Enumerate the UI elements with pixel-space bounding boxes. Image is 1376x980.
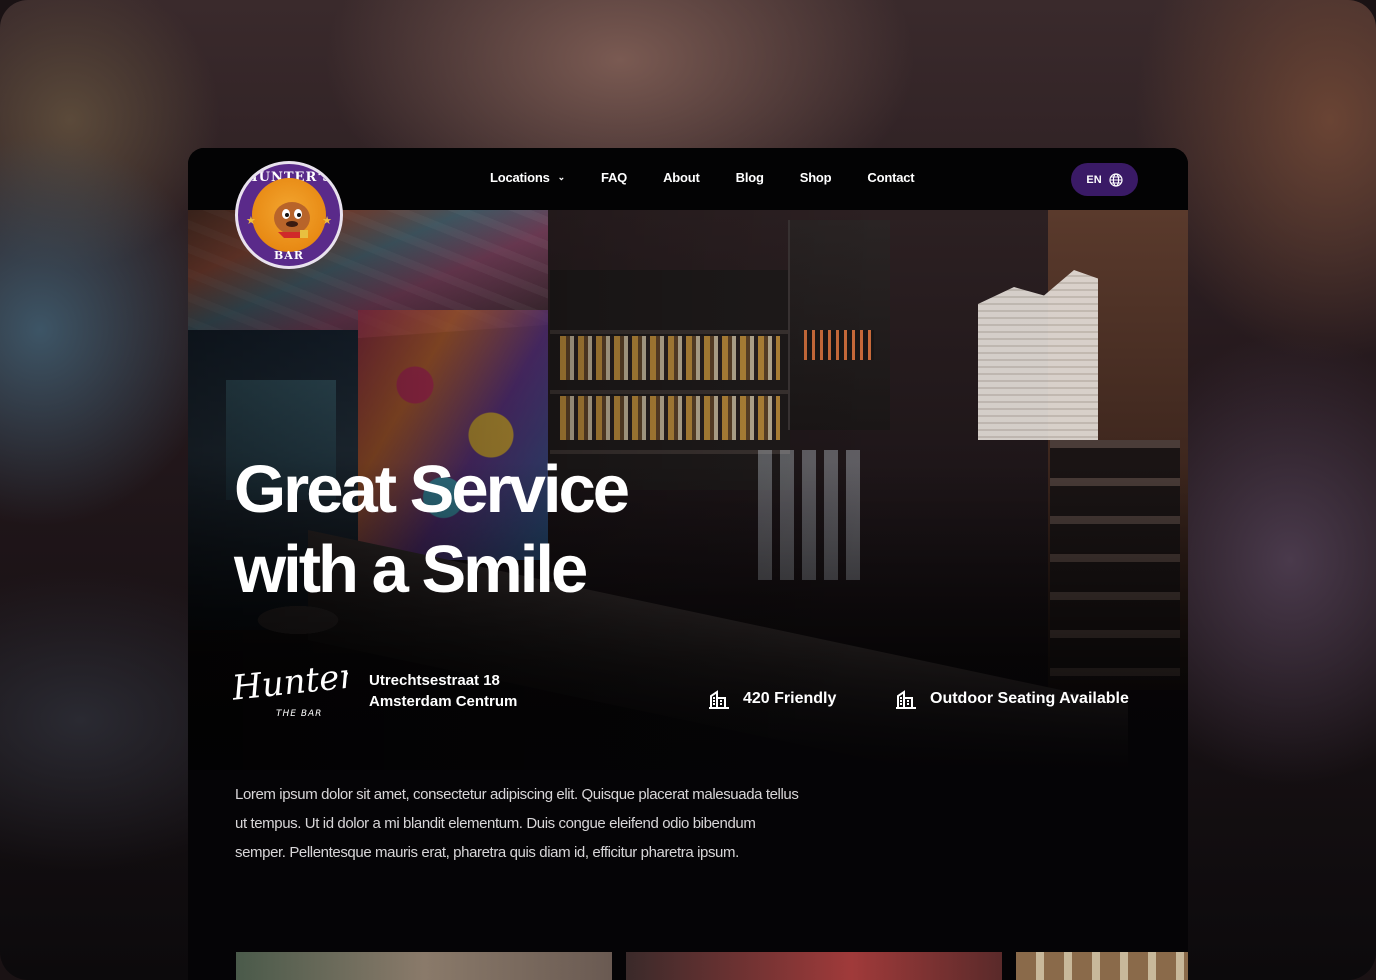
address-line-1: Utrechtsestraat 18 bbox=[369, 672, 500, 689]
feature-label: 420 Friendly bbox=[743, 690, 837, 707]
nav-item-faq[interactable]: FAQ bbox=[601, 170, 627, 185]
site-logo[interactable]: HUNTER'S ★ ★ BAR bbox=[235, 161, 343, 269]
language-label: EN bbox=[1086, 173, 1102, 186]
star-icon: ★ bbox=[246, 215, 256, 227]
dog-mascot-icon bbox=[274, 202, 310, 238]
gallery-thumbnails bbox=[188, 952, 1188, 980]
nav-item-shop[interactable]: Shop bbox=[800, 170, 832, 185]
brand-script-text: Hunter's bbox=[229, 653, 348, 709]
feature-420-friendly: 420 Friendly bbox=[707, 688, 836, 710]
star-icon: ★ bbox=[322, 215, 332, 227]
logo-bottom-text: BAR bbox=[274, 249, 304, 262]
language-selector-button[interactable]: EN bbox=[1071, 163, 1138, 196]
nav-menu: Locations ⌄ FAQ About Blog Shop Contact bbox=[490, 170, 950, 185]
gallery-thumbnail[interactable] bbox=[626, 952, 1002, 980]
building-icon bbox=[709, 690, 729, 709]
hero-section: Great Service with a Smile Hunter's THE … bbox=[188, 210, 1188, 980]
hunters-script-logo: Hunter's THE BAR bbox=[229, 653, 348, 719]
globe-icon bbox=[1109, 172, 1123, 187]
nav-item-contact[interactable]: Contact bbox=[867, 170, 914, 185]
hero-title: Great Service with a Smile bbox=[234, 450, 834, 610]
address-line-2: Amsterdam Centrum bbox=[369, 693, 518, 710]
nav-item-locations[interactable]: Locations ⌄ bbox=[490, 170, 565, 185]
nav-item-blog[interactable]: Blog bbox=[736, 170, 764, 185]
feature-outdoor-seating: Outdoor Seating Available bbox=[894, 688, 1129, 710]
website-mockup: Great Service with a Smile Hunter's THE … bbox=[188, 148, 1188, 980]
building-icon bbox=[896, 690, 916, 709]
intro-paragraph: Lorem ipsum dolor sit amet, consectetur … bbox=[235, 786, 799, 861]
location-address: Utrechtsestraat 18 Amsterdam Centrum bbox=[369, 670, 517, 712]
brand-sub-text: THE BAR bbox=[276, 709, 322, 719]
nav-item-about[interactable]: About bbox=[663, 170, 700, 185]
feature-label: Outdoor Seating Available bbox=[930, 690, 1129, 707]
gallery-thumbnail[interactable] bbox=[1016, 952, 1188, 980]
hero-title-line-2: with a Smile bbox=[234, 532, 588, 607]
hero-title-line-1: Great Service bbox=[234, 452, 630, 527]
gallery-thumbnail[interactable] bbox=[236, 952, 612, 980]
nav-item-label: Locations bbox=[490, 170, 550, 185]
chevron-down-icon: ⌄ bbox=[557, 172, 566, 182]
